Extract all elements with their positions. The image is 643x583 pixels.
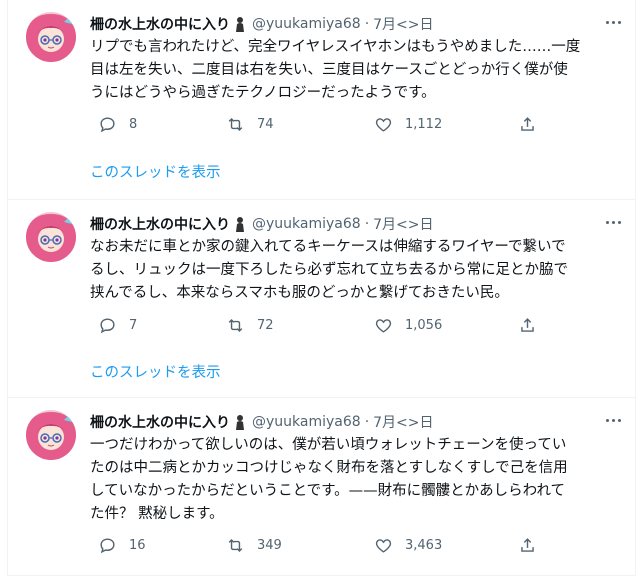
share-button[interactable] [518,112,549,136]
like-count: 1,056 [405,317,443,333]
like-count: 3,463 [405,537,443,553]
person-badge-icon [234,216,246,232]
share-icon [521,537,534,552]
share-button[interactable] [518,313,549,337]
retweet-icon [228,318,243,332]
show-thread-link[interactable]: このスレッドを表示 [90,161,221,182]
tweet[interactable]: 柵の水上水の中に入り @yuukamiya68 · 7月<>日 なお未だに車とか… [8,199,635,397]
timestamp[interactable]: 7月<>日 [373,14,433,34]
tweet-actions: 7 72 1,056 [90,313,550,337]
like-button[interactable]: 1,056 [374,313,442,337]
user-handle[interactable]: @yuukamiya68 [252,216,361,232]
like-count: 1,112 [405,116,443,132]
reply-button[interactable]: 8 [98,112,137,136]
reply-icon [100,317,115,333]
like-button[interactable]: 3,463 [374,533,442,557]
more-options-icon[interactable] [603,214,623,230]
reply-count: 7 [129,317,138,333]
share-icon [521,317,534,332]
more-options-icon[interactable] [603,412,623,428]
tweet[interactable]: 柵の水上水の中に入り @yuukamiya68 · 7月<>日 リプでも言われた… [8,0,635,199]
reply-count: 16 [129,537,146,553]
timeline: 柵の水上水の中に入り @yuukamiya68 · 7月<>日 リプでも言われた… [7,0,636,576]
retweet-count: 72 [257,317,274,333]
heart-icon [375,318,392,333]
like-button[interactable]: 1,112 [374,112,442,136]
tweet-actions: 8 74 1,112 [90,112,550,136]
tweet-text: 一つだけわかって欲しいのは、僕が若い頃ウォレットチェーンを使ってい たのは中二病… [90,437,568,522]
person-badge-icon [234,414,246,430]
person-badge-icon [234,16,246,32]
separator-dot: · [364,414,370,430]
reply-button[interactable]: 16 [98,533,146,557]
share-icon [521,116,534,131]
retweet-count: 349 [257,537,282,553]
reply-button[interactable]: 7 [98,313,137,337]
user-handle[interactable]: @yuukamiya68 [252,414,361,430]
timestamp[interactable]: 7月<>日 [373,412,433,432]
retweet-icon [228,538,243,552]
separator-dot: · [364,216,370,232]
retweet-count: 74 [257,116,274,132]
tweet-actions: 16 349 3,463 [90,533,550,557]
share-button[interactable] [518,533,549,557]
retweet-button[interactable]: 74 [226,112,274,136]
show-thread-link[interactable]: このスレッドを表示 [90,361,221,382]
avatar[interactable] [26,12,76,62]
avatar[interactable] [26,212,76,262]
tweet-header: 柵の水上水の中に入り @yuukamiya68 · 7月<>日 [90,13,434,35]
retweet-button[interactable]: 349 [226,533,282,557]
timestamp[interactable]: 7月<>日 [373,214,433,234]
retweet-button[interactable]: 72 [226,313,274,337]
reply-icon [100,537,115,553]
heart-icon [375,117,392,132]
reply-count: 8 [129,116,138,132]
more-options-icon[interactable] [603,14,623,30]
tweet-header: 柵の水上水の中に入り @yuukamiya68 · 7月<>日 [90,213,434,235]
tweet-header: 柵の水上水の中に入り @yuukamiya68 · 7月<>日 [90,411,434,433]
display-name[interactable]: 柵の水上水の中に入り [90,214,230,234]
reply-icon [100,116,115,132]
user-handle[interactable]: @yuukamiya68 [252,16,361,32]
display-name[interactable]: 柵の水上水の中に入り [90,412,230,432]
tweet-text: なお未だに車とか家の鍵入れてるキーケースは伸縮するワイヤーで繋いで るし、リュッ… [90,239,569,301]
retweet-icon [228,117,243,131]
tweet-text: リプでも言われたけど、完全ワイヤレスイヤホンはもうやめました……一度 目は左を失… [90,39,581,101]
separator-dot: · [364,16,370,32]
avatar[interactable] [26,410,76,460]
display-name[interactable]: 柵の水上水の中に入り [90,14,230,34]
tweet[interactable]: 柵の水上水の中に入り @yuukamiya68 · 7月<>日 一つだけわかって… [8,397,635,575]
heart-icon [375,538,392,553]
